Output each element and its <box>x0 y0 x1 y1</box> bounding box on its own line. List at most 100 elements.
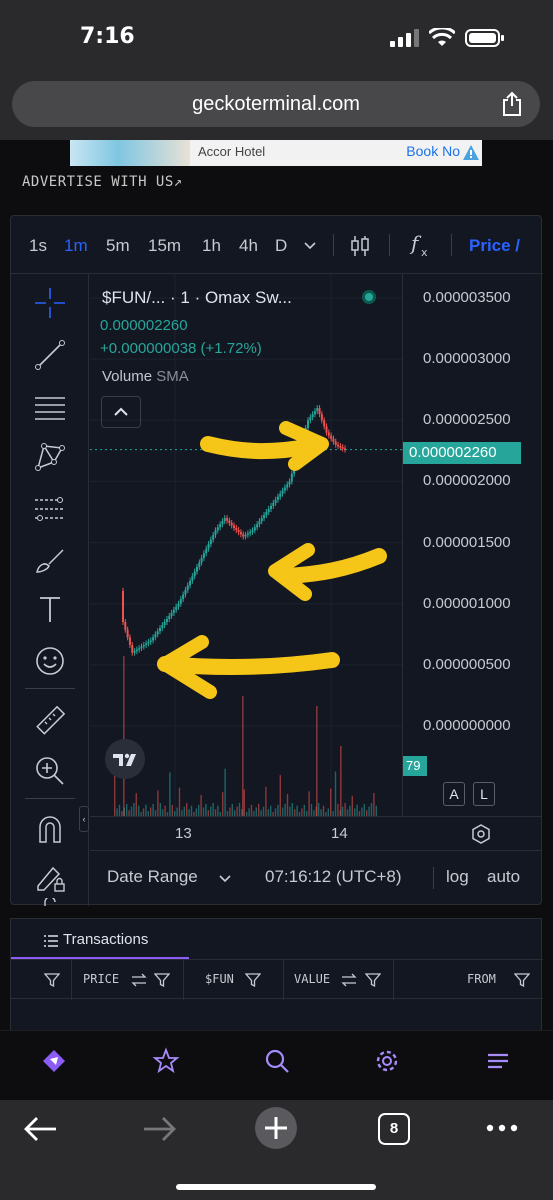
ad-book-link[interactable]: Book No <box>406 143 460 159</box>
chevron-down-icon[interactable] <box>304 242 316 250</box>
candle-body <box>207 544 210 549</box>
transactions-tab[interactable]: Transactions <box>63 931 148 948</box>
column-from[interactable]: FROM <box>467 972 496 986</box>
candles-icon[interactable] <box>349 234 371 258</box>
gear-icon[interactable] <box>373 1047 401 1075</box>
candle-body <box>124 622 127 630</box>
zoom-in-icon[interactable] <box>33 754 67 788</box>
filter-icon[interactable] <box>514 972 530 988</box>
swap-icon[interactable] <box>131 973 147 987</box>
toolbar-collapse-handle[interactable]: ‹ <box>79 806 89 832</box>
candle-body <box>209 539 212 545</box>
price-axis[interactable]: 0.000002260 79 A L 0.000003500 0.00000300… <box>402 274 542 816</box>
crosshair-icon[interactable] <box>33 286 67 320</box>
candle-body <box>154 634 157 638</box>
star-icon[interactable] <box>152 1047 180 1075</box>
ad-banner[interactable]: Accor Hotel Book No <box>70 140 482 166</box>
ad-info-icon[interactable] <box>462 144 480 162</box>
timeframe-1h[interactable]: 1h <box>202 236 221 256</box>
column-token[interactable]: $FUN <box>205 972 234 986</box>
fib-retracement-icon[interactable] <box>33 492 67 526</box>
tab-count-button[interactable]: 8 <box>378 1113 410 1145</box>
volume-bar <box>296 805 298 816</box>
legend-collapse-button[interactable] <box>101 396 141 428</box>
log-scale-l-button[interactable]: L <box>473 782 495 806</box>
trend-line-icon[interactable] <box>33 338 67 372</box>
column-value[interactable]: VALUE <box>294 972 330 986</box>
toolbar-divider <box>451 234 452 256</box>
horizontal-lines-icon[interactable] <box>33 390 67 424</box>
candle-body <box>142 644 145 647</box>
filter-icon[interactable] <box>365 972 381 988</box>
menu-icon[interactable] <box>484 1047 512 1075</box>
filter-icon[interactable] <box>245 972 261 988</box>
auto-scale-a-button[interactable]: A <box>443 782 465 806</box>
brush-icon[interactable] <box>33 542 67 576</box>
emoji-icon[interactable] <box>33 644 67 678</box>
volume-bar <box>351 795 353 816</box>
candle-body <box>200 557 203 563</box>
settings-hexagon-icon[interactable] <box>470 823 492 845</box>
current-price-label: 0.000002260 <box>403 442 521 464</box>
search-icon[interactable] <box>263 1047 291 1075</box>
filter-icon[interactable] <box>154 972 170 988</box>
y-tick-label: 0.000002000 <box>423 472 511 490</box>
log-toggle[interactable]: log <box>446 867 469 887</box>
pattern-icon[interactable] <box>33 440 67 474</box>
volume-bar <box>303 804 305 816</box>
filter-icon[interactable] <box>44 972 60 988</box>
candle-body <box>161 625 164 629</box>
indicators-fx-icon[interactable]: f x <box>409 232 433 258</box>
timeframe-15m[interactable]: 15m <box>148 236 181 256</box>
candle-body <box>131 644 134 653</box>
geckoterminal-logo-icon[interactable] <box>40 1047 68 1075</box>
tradingview-logo[interactable] <box>104 738 146 780</box>
volume-bar <box>267 809 269 816</box>
candle-body <box>184 589 187 595</box>
candle-body <box>283 487 286 491</box>
candle-body <box>145 643 148 645</box>
more-dots-icon[interactable] <box>486 1124 518 1132</box>
back-arrow-icon[interactable] <box>24 1116 58 1142</box>
time-axis[interactable]: 13 14 <box>90 816 542 850</box>
chart-plot-area[interactable]: $FUN/... · 1 · Omax Sw... 0.000002260 +0… <box>90 274 402 816</box>
price-tab[interactable]: Price / <box>469 236 520 256</box>
volume-bar <box>262 806 265 816</box>
timeframe-1s[interactable]: 1s <box>29 236 47 256</box>
share-icon[interactable] <box>502 91 522 117</box>
page-content: Accor Hotel Book No ADVERTISE WITH US↗ 1… <box>0 140 553 1030</box>
unlock-icon[interactable] <box>33 898 67 906</box>
y-tick-label: 0.000000000 <box>423 717 511 734</box>
volume-bar <box>356 804 358 816</box>
wifi-icon <box>429 28 455 46</box>
chart-symbol[interactable]: $FUN/... · 1 · Omax Sw... <box>102 288 292 308</box>
volume-bar <box>145 804 147 816</box>
text-icon[interactable] <box>33 592 67 626</box>
volume-bar <box>236 806 238 816</box>
candle-body <box>276 496 279 500</box>
timeframe-1m[interactable]: 1m <box>64 236 88 256</box>
volume-bar <box>291 803 293 816</box>
column-price[interactable]: PRICE <box>83 972 119 986</box>
advertise-link[interactable]: ADVERTISE WITH US↗ <box>22 174 183 190</box>
candle-body <box>135 649 138 652</box>
address-bar[interactable]: geckoterminal.com <box>12 81 540 127</box>
timeframe-4h[interactable]: 4h <box>239 236 258 256</box>
lock-drawings-icon[interactable] <box>33 860 67 894</box>
swap-icon[interactable] <box>341 973 357 987</box>
candle-body <box>313 411 316 415</box>
timeframe-5m[interactable]: 5m <box>106 236 130 256</box>
candle-body <box>242 534 245 537</box>
candle-body <box>309 417 312 421</box>
ruler-icon[interactable] <box>33 704 67 738</box>
timeframe-d[interactable]: D <box>275 236 287 256</box>
volume-bar <box>294 809 296 816</box>
date-range-button[interactable]: Date Range <box>107 867 198 887</box>
candle-body <box>327 432 330 436</box>
candle-body <box>147 641 150 644</box>
forward-arrow-icon[interactable] <box>142 1116 176 1142</box>
auto-toggle[interactable]: auto <box>487 867 520 887</box>
svg-text:x: x <box>421 246 428 258</box>
magnet-icon[interactable] <box>33 812 67 846</box>
new-tab-plus-icon[interactable] <box>254 1106 298 1150</box>
